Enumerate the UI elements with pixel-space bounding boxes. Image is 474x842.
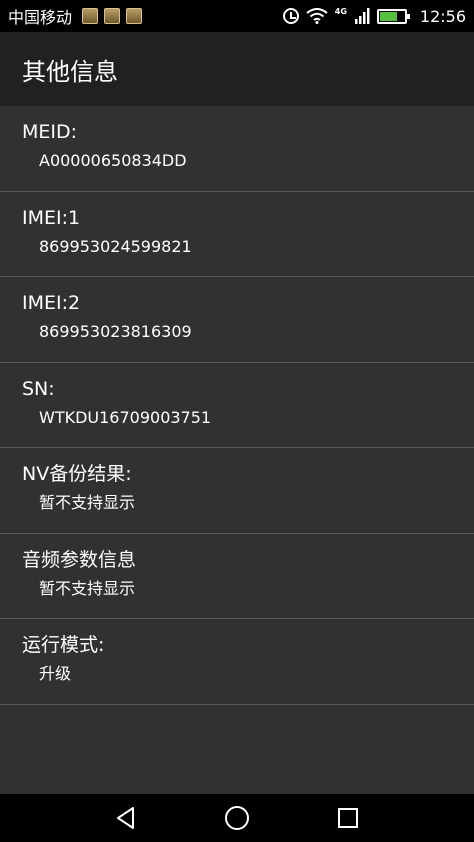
list-item-nv-backup[interactable]: NV备份结果: 暂不支持显示 xyxy=(0,448,474,534)
navigation-bar xyxy=(0,794,474,842)
alarm-icon xyxy=(282,8,299,24)
status-bar: 中国移动 4G 12:56 xyxy=(0,0,474,32)
recents-button[interactable] xyxy=(328,798,368,838)
list-item-imei2[interactable]: IMEI:2 869953023816309 xyxy=(0,277,474,363)
item-value: 升级 xyxy=(39,664,72,683)
item-value: 869953024599821 xyxy=(39,236,192,256)
app-bar: 其他信息 xyxy=(0,32,474,106)
list-item-run-mode[interactable]: 运行模式: 升级 xyxy=(0,619,474,705)
page-title: 其他信息 xyxy=(22,57,118,86)
home-icon xyxy=(224,806,249,830)
item-label: SN: xyxy=(22,377,55,400)
item-value: 暂不支持显示 xyxy=(39,493,136,512)
home-button[interactable] xyxy=(217,798,257,838)
notification-app-icon xyxy=(82,8,99,24)
item-value: 暂不支持显示 xyxy=(39,578,136,598)
item-value: WTKDU16709003751 xyxy=(39,407,212,427)
list-item-meid[interactable]: MEID: A00000650834DD xyxy=(0,106,474,192)
item-value: 869953023816309 xyxy=(39,322,192,341)
carrier-label: 中国移动 xyxy=(8,8,73,27)
back-icon xyxy=(116,807,134,829)
status-indicators: 4G 12:56 xyxy=(282,6,466,26)
battery-level xyxy=(379,11,397,21)
list-item-audio-params[interactable]: 音频参数信息 暂不支持显示 xyxy=(0,534,474,619)
item-label: IMEI:1 xyxy=(22,206,81,229)
item-label: 运行模式: xyxy=(22,634,105,656)
clock: 12:56 xyxy=(419,6,466,26)
recents-icon xyxy=(338,808,359,828)
notification-app-icon xyxy=(126,8,143,24)
item-label: NV备份结果: xyxy=(22,463,132,485)
item-label: MEID: xyxy=(22,121,78,143)
list-item-imei1[interactable]: IMEI:1 869953024599821 xyxy=(0,192,474,277)
item-label: 音频参数信息 xyxy=(22,548,137,571)
notification-icons xyxy=(82,8,143,24)
item-value: A00000650834DD xyxy=(39,151,187,170)
notification-app-icon xyxy=(104,8,121,24)
item-label: IMEI:2 xyxy=(22,292,81,314)
list-item-sn[interactable]: SN: WTKDU16709003751 xyxy=(0,363,474,448)
network-type-label: 4G xyxy=(334,7,347,16)
back-button[interactable] xyxy=(106,798,146,838)
signal-icon xyxy=(354,8,370,24)
battery-icon xyxy=(376,8,410,24)
info-list: MEID: A00000650834DD IMEI:1 869953024599… xyxy=(0,106,474,705)
wifi-icon xyxy=(306,8,328,24)
